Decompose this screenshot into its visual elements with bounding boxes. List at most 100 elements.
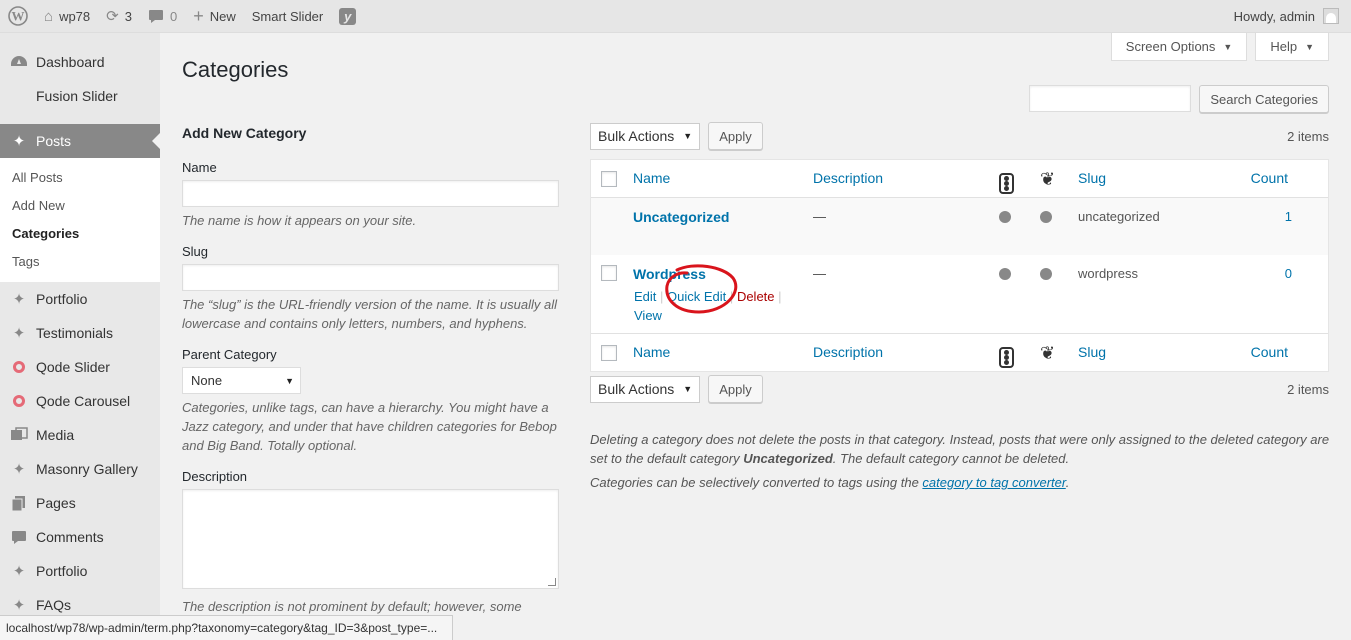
menu-pages[interactable]: Pages xyxy=(0,486,160,520)
menu-label: Qode Slider xyxy=(36,359,110,375)
slug-label: Slug xyxy=(182,244,209,259)
admin-sidebar: Dashboard Fusion Slider ✦ Posts All Post… xyxy=(0,33,160,640)
column-count-footer[interactable]: Count xyxy=(1251,344,1288,360)
dashboard-gauge-icon xyxy=(9,52,29,72)
caret-down-icon: ▼ xyxy=(1223,41,1233,52)
apply-button[interactable]: Apply xyxy=(708,375,763,403)
menu-comments[interactable]: Comments xyxy=(0,520,160,554)
search-categories-button[interactable]: Search Categories xyxy=(1199,85,1329,113)
menu-portfolio[interactable]: ✦ Portfolio xyxy=(0,282,160,316)
name-input[interactable] xyxy=(182,180,559,207)
apply-button[interactable]: Apply xyxy=(708,122,763,150)
category-count-link[interactable]: 0 xyxy=(1285,266,1292,281)
delete-note: Deleting a category does not delete the … xyxy=(590,430,1335,468)
column-count-header[interactable]: Count xyxy=(1251,170,1288,186)
delete-link[interactable]: Delete xyxy=(737,289,775,304)
wordpress-logo-menu[interactable]: W xyxy=(0,0,36,33)
comment-bubble-icon xyxy=(9,527,29,547)
home-icon: ⌂ xyxy=(44,7,54,25)
parent-category-value: None xyxy=(191,373,223,388)
add-category-form: Add New Category Name The name is how it… xyxy=(182,125,562,635)
table-footer-row: Name Description ❦ Slug Count xyxy=(591,333,1328,371)
new-label: New xyxy=(209,8,236,24)
view-link[interactable]: View xyxy=(634,308,662,323)
select-all-checkbox[interactable] xyxy=(601,171,617,187)
separator: | xyxy=(729,289,734,304)
smart-slider-label: Smart Slider xyxy=(251,8,324,24)
menu-media[interactable]: Media xyxy=(0,418,160,452)
note-bold: Uncategorized xyxy=(743,451,833,466)
menu-posts[interactable]: ✦ Posts xyxy=(0,124,160,158)
category-name-link[interactable]: Wordpress xyxy=(633,266,706,282)
pushpin-icon: ✦ xyxy=(12,291,26,308)
caret-down-icon: ▼ xyxy=(1305,41,1314,52)
posts-submenu: All Posts Add New Categories Tags xyxy=(0,158,160,282)
new-content-menu[interactable]: + New xyxy=(185,0,244,33)
submenu-tags[interactable]: Tags xyxy=(0,248,160,276)
bulk-actions-select[interactable]: Bulk Actions ▼ xyxy=(590,122,701,150)
column-description-header[interactable]: Description xyxy=(813,170,883,186)
howdy-text: Howdy, admin xyxy=(1233,8,1315,24)
row-checkbox[interactable] xyxy=(601,265,617,281)
site-name: wp78 xyxy=(59,8,91,24)
comments-menu[interactable]: 0 xyxy=(140,0,185,33)
quick-edit-link[interactable]: Quick Edit xyxy=(667,289,726,304)
caret-down-icon: ▼ xyxy=(285,375,294,386)
yoast-seo-menu[interactable]: y xyxy=(331,0,364,33)
tablenav-top: Bulk Actions ▼ Apply 2 items xyxy=(590,121,1329,151)
menu-masonry-gallery[interactable]: ✦ Masonry Gallery xyxy=(0,452,160,486)
menu-qode-carousel[interactable]: Qode Carousel xyxy=(0,384,160,418)
note-text: Categories can be selectively converted … xyxy=(590,475,923,490)
menu-fusion-slider[interactable]: Fusion Slider xyxy=(0,79,160,113)
menu-dashboard[interactable]: Dashboard xyxy=(0,45,160,79)
browser-status-bar: localhost/wp78/wp-admin/term.php?taxonom… xyxy=(0,615,453,640)
category-count-link[interactable]: 1 xyxy=(1285,209,1292,224)
site-name-menu[interactable]: ⌂ wp78 xyxy=(36,0,98,33)
parent-category-label: Parent Category xyxy=(182,347,277,362)
submenu-add-new[interactable]: Add New xyxy=(0,192,160,220)
screen-options-button[interactable]: Screen Options ▼ xyxy=(1110,33,1248,61)
edit-link[interactable]: Edit xyxy=(634,289,656,304)
menu-label: Media xyxy=(36,427,75,443)
search-input[interactable] xyxy=(1029,85,1192,112)
updates-menu[interactable]: ⟳ 3 xyxy=(98,0,140,33)
my-account-menu[interactable]: Howdy, admin xyxy=(1226,0,1351,33)
submenu-categories[interactable]: Categories xyxy=(0,220,160,248)
comments-count: 0 xyxy=(169,8,178,24)
menu-testimonials[interactable]: ✦ Testimonials xyxy=(0,316,160,350)
search-box: Search Categories xyxy=(1029,85,1329,113)
pushpin-icon: ✦ xyxy=(12,325,26,342)
column-slug-header[interactable]: Slug xyxy=(1078,170,1106,186)
select-all-checkbox[interactable] xyxy=(601,345,617,361)
updates-count: 3 xyxy=(124,8,132,24)
category-name-link[interactable]: Uncategorized xyxy=(633,209,729,225)
table-row: Wordpress Edit | Quick Edit | Delete | V… xyxy=(591,255,1328,333)
pushpin-icon: ✦ xyxy=(12,597,26,614)
menu-qode-slider[interactable]: Qode Slider xyxy=(0,350,160,384)
slug-input[interactable] xyxy=(182,264,559,291)
bulk-actions-select[interactable]: Bulk Actions ▼ xyxy=(590,375,701,403)
yoast-icon: y xyxy=(339,7,357,25)
menu-portfolio-2[interactable]: ✦ Portfolio xyxy=(0,554,160,588)
menu-label: Masonry Gallery xyxy=(36,461,138,477)
qode-icon xyxy=(9,357,29,377)
column-name-header[interactable]: Name xyxy=(633,170,670,186)
avatar xyxy=(1323,8,1339,24)
smart-slider-menu[interactable]: Smart Slider xyxy=(244,0,332,33)
menu-label: FAQs xyxy=(36,597,72,613)
column-slug-footer[interactable]: Slug xyxy=(1078,344,1106,360)
pushpin-icon: ✦ xyxy=(12,461,26,478)
category-slug: uncategorized xyxy=(1078,209,1160,224)
category-to-tag-converter-link[interactable]: category to tag converter xyxy=(922,475,1065,490)
caret-down-icon: ▼ xyxy=(683,131,693,141)
column-name-footer[interactable]: Name xyxy=(633,344,670,360)
media-icon xyxy=(9,425,29,445)
submenu-all-posts[interactable]: All Posts xyxy=(0,164,160,192)
menu-label: Dashboard xyxy=(36,54,105,70)
column-description-footer[interactable]: Description xyxy=(813,344,883,360)
description-textarea[interactable] xyxy=(182,489,559,589)
help-button[interactable]: Help ▼ xyxy=(1255,33,1329,61)
parent-category-select[interactable]: None ▼ xyxy=(182,367,301,394)
refresh-icon: ⟳ xyxy=(106,7,119,25)
table-row: Uncategorized — uncategorized 1 xyxy=(591,198,1328,255)
